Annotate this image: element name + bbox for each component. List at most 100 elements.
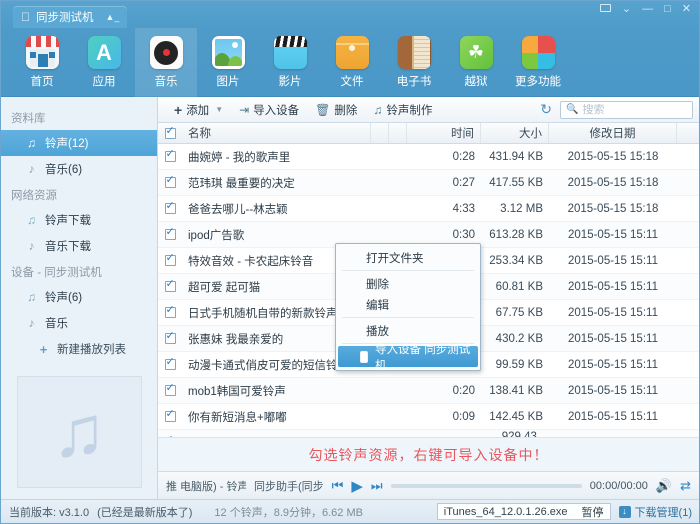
row-time: 0:27	[452, 176, 475, 189]
row-checkbox[interactable]	[158, 222, 182, 247]
row-checkbox[interactable]	[158, 352, 182, 377]
row-time: 0:20	[452, 384, 475, 397]
title-bar:  同步测试机 ▲_ ⌄ — □ ✕	[1, 1, 699, 28]
nav-label-photos: 图片	[216, 76, 240, 88]
nav-item-home[interactable]: 首页	[11, 28, 73, 97]
row-checkbox[interactable]	[158, 196, 182, 221]
row-checkbox[interactable]	[158, 170, 182, 195]
maximize-button[interactable]: □	[664, 4, 671, 15]
volume-icon[interactable]: 🔊	[656, 478, 672, 494]
make-ringtone-button[interactable]: ♫ 铃声制作	[365, 99, 440, 121]
sidebar-item-ringtone-download[interactable]: ♫ 铃声下载	[1, 207, 157, 233]
row-end	[677, 196, 699, 221]
music-note-icon: ♪	[28, 162, 35, 176]
row-end	[677, 378, 699, 403]
context-menu-separator	[342, 317, 474, 318]
row-size: 142.45 KB	[489, 410, 543, 423]
table-row[interactable]: 曲婉婷 - 我的歌声里 0:28 431.94 KB 2015-05-15 15…	[158, 144, 699, 170]
sidebar-group-network: 网络资源	[11, 190, 57, 202]
sidebar-item-music-library[interactable]: ♪ 音乐(6)	[1, 156, 157, 182]
row-date: 2015-05-15 15:18	[567, 176, 659, 189]
equalizer-icon[interactable]: ⇄	[680, 478, 691, 494]
row-gap-2	[389, 404, 407, 429]
nav-item-jailbreak[interactable]: ☘ 越狱	[445, 28, 507, 97]
nav-item-music[interactable]: 音乐	[135, 28, 197, 97]
sidebar-item-ringtones-library[interactable]: ♫ 铃声(12)	[1, 130, 157, 156]
nav-item-ebooks[interactable]: 电子书	[383, 28, 445, 97]
plus-icon: +	[39, 341, 48, 357]
nav-item-videos[interactable]: 影片	[259, 28, 321, 97]
row-checkbox[interactable]	[158, 144, 182, 169]
sidebar-label-device-ringtones: 铃声(6)	[45, 292, 83, 304]
sidebar-label-music-download: 音乐下载	[45, 241, 91, 253]
context-menu-item-import-device[interactable]: 导入设备 同步测试机	[338, 344, 478, 372]
refresh-icon[interactable]: ↻	[540, 101, 552, 118]
sidebar-item-music-download[interactable]: ♪ 音乐下载	[1, 233, 157, 259]
chevron-down-icon: ▼	[215, 105, 224, 114]
row-name: mob1韩国可爱铃声	[188, 385, 286, 398]
context-menu-item-edit[interactable]: 编辑	[336, 294, 480, 315]
progress-slider[interactable]	[390, 483, 582, 488]
context-menu-item-delete[interactable]: 删除	[336, 273, 480, 294]
prev-track-icon[interactable]: ⏮	[332, 478, 344, 494]
row-end	[677, 352, 699, 377]
minimize-to-tray-icon[interactable]: ⌄	[622, 4, 631, 15]
download-progress-box[interactable]: iTunes_64_12.0.1.26.exe 暂停	[436, 503, 611, 520]
nav-label-videos: 影片	[278, 76, 302, 88]
table-row[interactable]: 你有新短消息+嘟嘟 0:09 142.45 KB 2015-05-15 15:1…	[158, 404, 699, 430]
column-header-time[interactable]: 时间	[407, 123, 481, 143]
play-icon[interactable]: ▶	[351, 477, 363, 495]
table-row[interactable]: 爸爸去哪儿--林志颖 4:33 3.12 MB 2015-05-15 15:18	[158, 196, 699, 222]
select-all-checkbox[interactable]	[158, 123, 182, 143]
nav-item-more[interactable]: 更多功能	[507, 28, 569, 97]
row-size: 99.59 KB	[495, 358, 543, 371]
delete-button[interactable]: 🗑 删除	[307, 99, 365, 121]
context-menu-item-open-folder[interactable]: 打开文件夹	[336, 247, 480, 268]
row-checkbox[interactable]	[158, 248, 182, 273]
nav-item-files[interactable]: 文件	[321, 28, 383, 97]
sidebar-item-device-ringtones[interactable]: ♫ 铃声(6)	[1, 284, 157, 310]
row-size: 253.34 KB	[489, 254, 543, 267]
row-checkbox[interactable]	[158, 430, 180, 437]
column-header-gap-2	[389, 123, 407, 143]
close-button[interactable]: ✕	[682, 4, 691, 15]
row-date: 2015-05-15 15:11	[568, 384, 658, 397]
search-box[interactable]: 🔍	[560, 100, 693, 119]
screen-icon[interactable]	[599, 4, 611, 15]
column-header-date[interactable]: 修改日期	[549, 123, 677, 143]
column-header-name[interactable]: 名称	[182, 123, 371, 143]
nav-label-home: 首页	[30, 76, 54, 88]
sidebar-item-device-music[interactable]: ♪ 音乐	[1, 310, 157, 336]
row-checkbox[interactable]	[158, 378, 182, 403]
row-checkbox[interactable]	[158, 404, 182, 429]
row-end	[677, 248, 699, 273]
nav-item-photos[interactable]: 图片	[197, 28, 259, 97]
player-track-subtitle: 同步助手(同步	[254, 480, 324, 493]
add-button[interactable]: + 添加 ▼	[166, 99, 231, 121]
download-pause-button[interactable]: 暂停	[582, 504, 604, 520]
row-checkbox[interactable]	[158, 326, 182, 351]
eject-icon[interactable]: ▲_	[106, 12, 120, 22]
row-end	[677, 222, 699, 247]
table-row[interactable]: mob1韩国可爱铃声 0:20 138.41 KB 2015-05-15 15:…	[158, 378, 699, 404]
row-date: 2015-05-15 15:11	[568, 306, 658, 319]
table-row[interactable]: 超经典英文歌，数十万人热享 Every Mome 0:59 929.43 KB …	[158, 430, 699, 437]
player-bar: 推 电脑版) - 铃声 同步助手(同步 ⏮ ▶ ⏭ 00:00/00:00 🔊 …	[158, 471, 699, 499]
download-manager-button[interactable]: ↓ 下载管理(1)	[611, 504, 699, 520]
import-device-button[interactable]: ⇥ 导入设备	[231, 99, 307, 121]
context-menu-item-play[interactable]: 播放	[336, 320, 480, 341]
nav-item-apps[interactable]: A 应用	[73, 28, 135, 97]
sidebar-label-new-playlist: 新建播放列表	[57, 344, 126, 356]
device-tab[interactable]:  同步测试机 ▲_	[13, 6, 128, 28]
row-date: 2015-05-15 15:18	[567, 202, 659, 215]
sidebar-item-new-playlist[interactable]: + 新建播放列表	[1, 336, 157, 362]
search-input[interactable]	[582, 103, 687, 116]
table-row[interactable]: 范玮琪 最重要的决定 0:27 417.55 KB 2015-05-15 15:…	[158, 170, 699, 196]
column-header-size[interactable]: 大小	[481, 123, 549, 143]
row-checkbox[interactable]	[158, 274, 182, 299]
next-track-icon[interactable]: ⏭	[371, 478, 383, 494]
minimize-button[interactable]: —	[642, 4, 653, 15]
row-checkbox[interactable]	[158, 300, 182, 325]
folder-envelope-icon	[335, 36, 369, 69]
